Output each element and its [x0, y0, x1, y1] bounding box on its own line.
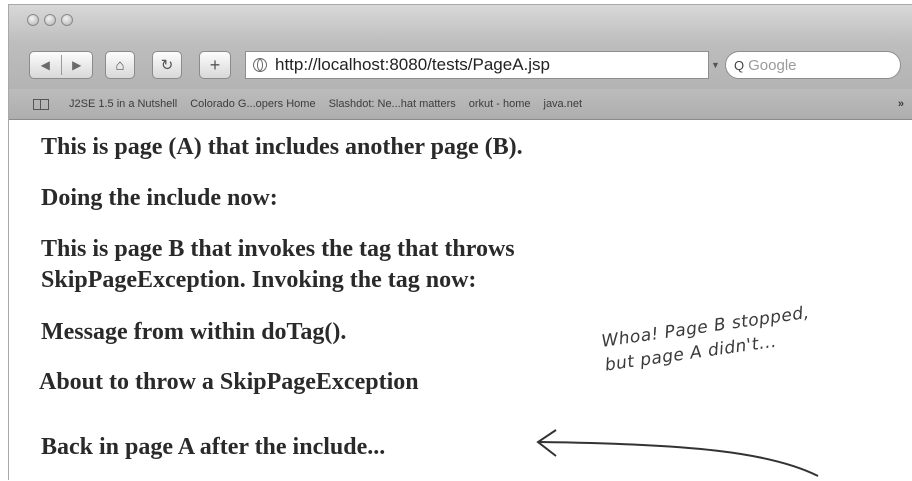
annotation-arrow [536, 429, 819, 477]
